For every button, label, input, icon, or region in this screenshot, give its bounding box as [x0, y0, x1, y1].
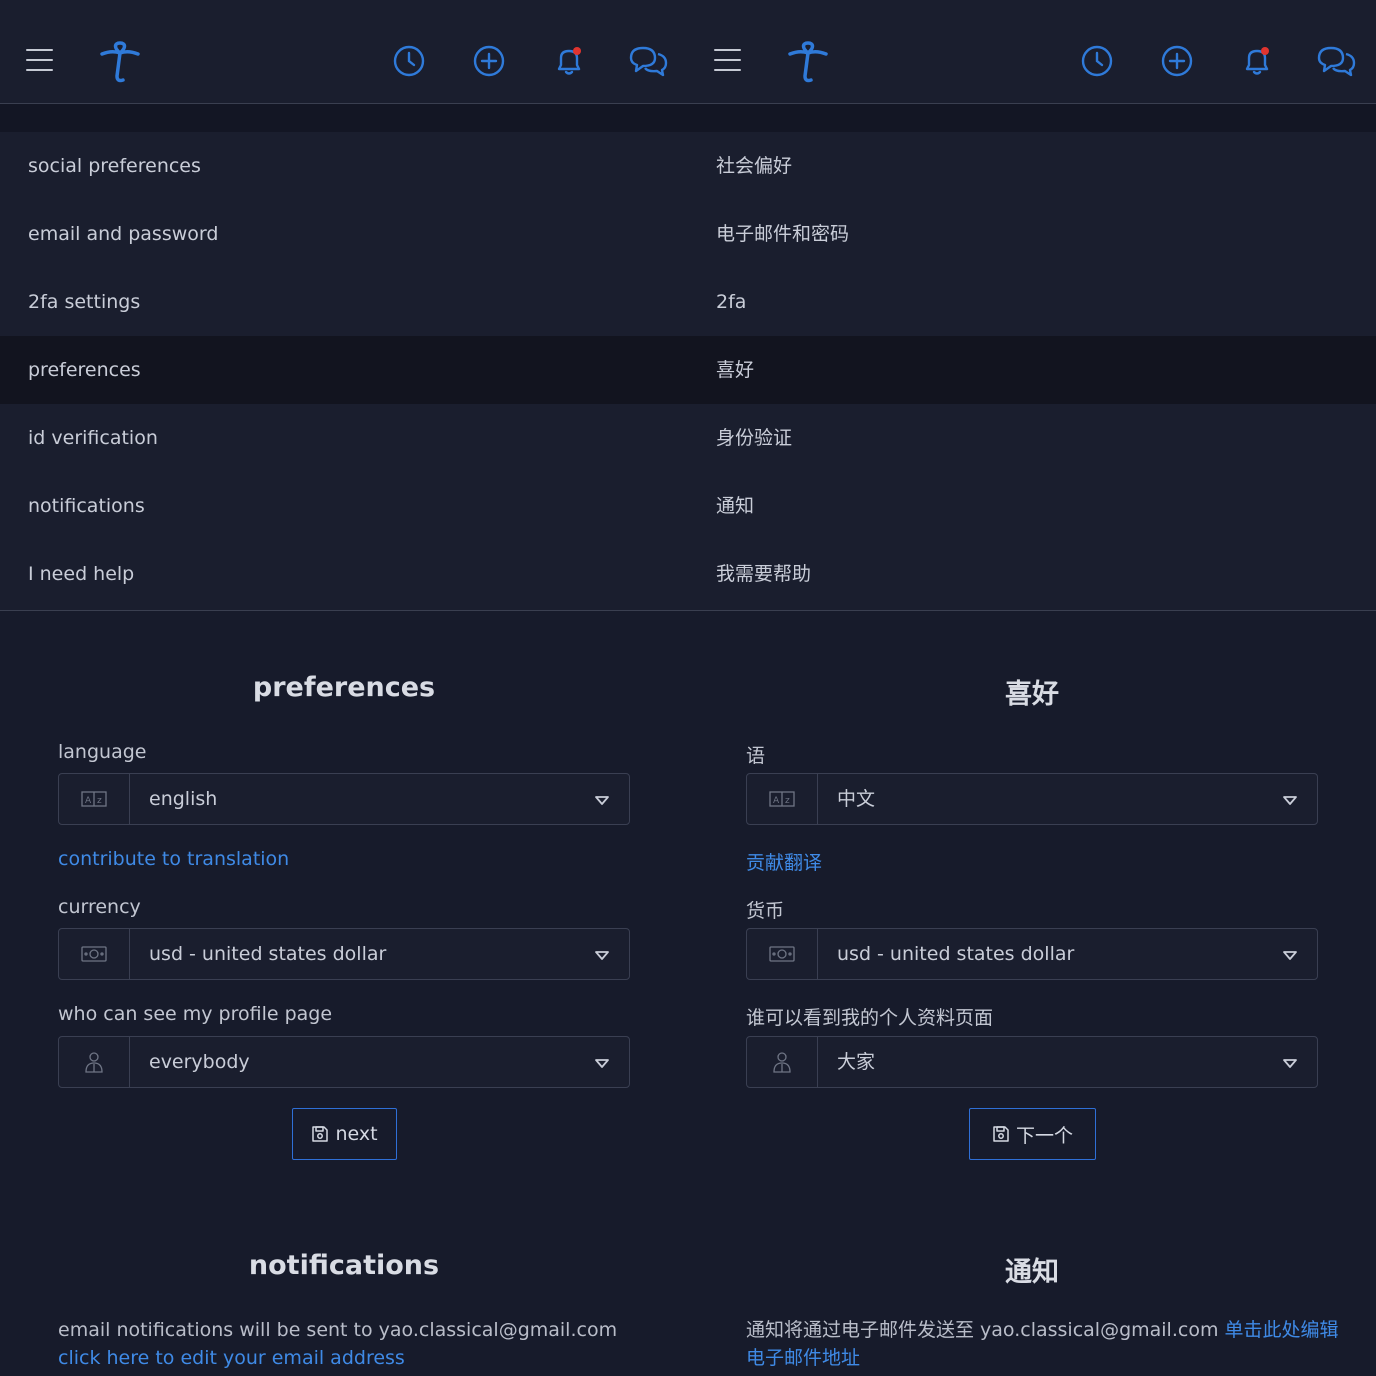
menu-item-notifications[interactable]: 通知: [688, 472, 1376, 540]
money-icon: [81, 946, 107, 962]
bell-icon[interactable]: [553, 45, 585, 77]
menu-item-need-help[interactable]: I need help: [0, 540, 688, 608]
chevron-down-icon: [1283, 951, 1297, 960]
user-icon: [773, 1052, 791, 1073]
contribute-translation-link[interactable]: contribute to translation: [58, 848, 289, 870]
chat-bubbles-icon[interactable]: [628, 44, 668, 78]
add-circle-icon[interactable]: [473, 45, 505, 77]
save-icon: [993, 1126, 1009, 1142]
menu-item-email-and-password[interactable]: 电子邮件和密码: [688, 200, 1376, 268]
settings-panel-chinese: 社会偏好 电子邮件和密码 2fa 喜好 身份验证 通知 我需要帮助 喜好 语 A…: [688, 0, 1376, 1376]
menu-item-id-verification[interactable]: id verification: [0, 404, 688, 472]
top-navbar: [688, 0, 1376, 104]
language-label: 语: [746, 745, 766, 767]
money-icon: [769, 946, 795, 962]
language-select[interactable]: A z english: [58, 773, 630, 825]
currency-addon: [59, 929, 130, 979]
user-icon: [85, 1052, 103, 1073]
chevron-down-icon: [1283, 1059, 1297, 1068]
notifications-info: email notifications will be sent to yao.…: [58, 1316, 658, 1372]
visibility-addon: [747, 1037, 818, 1087]
profile-visibility-label: 谁可以看到我的个人资料页面: [746, 1007, 994, 1029]
language-select[interactable]: A z 中文: [746, 773, 1318, 825]
menu-item-id-verification[interactable]: 身份验证: [688, 404, 1376, 472]
save-icon: [312, 1126, 329, 1142]
menu-item-preferences[interactable]: preferences: [0, 336, 688, 404]
currency-label: currency: [58, 896, 141, 918]
menu-item-email-and-password[interactable]: email and password: [0, 200, 688, 268]
currency-addon: [747, 929, 818, 979]
language-addon: A z: [59, 774, 130, 824]
language-value: english: [149, 788, 218, 810]
profile-visibility-label: who can see my profile page: [58, 1003, 333, 1025]
translate-icon: A z: [81, 791, 107, 807]
settings-menu: 社会偏好 电子邮件和密码 2fa 喜好 身份验证 通知 我需要帮助: [688, 132, 1376, 611]
currency-select[interactable]: usd - united states dollar: [58, 928, 630, 980]
svg-text:z: z: [785, 796, 790, 806]
contribute-translation-link[interactable]: 贡献翻译: [746, 848, 822, 875]
settings-panel-english: social preferences email and password 2f…: [0, 0, 688, 1376]
next-button[interactable]: next: [292, 1108, 397, 1160]
history-clock-icon[interactable]: [1081, 45, 1113, 77]
chat-bubbles-icon[interactable]: [1316, 44, 1356, 78]
hamburger-menu-icon[interactable]: [714, 48, 741, 72]
header-spacer: [688, 104, 1376, 132]
svg-text:A: A: [85, 796, 92, 806]
top-navbar: [0, 0, 688, 104]
bell-icon[interactable]: [1241, 45, 1273, 77]
next-button[interactable]: 下一个: [969, 1108, 1096, 1160]
menu-item-preferences[interactable]: 喜好: [688, 336, 1376, 404]
menu-item-2fa-settings[interactable]: 2fa: [688, 268, 1376, 336]
chevron-down-icon: [595, 796, 609, 805]
add-circle-icon[interactable]: [1161, 45, 1193, 77]
menu-item-social-preferences[interactable]: 社会偏好: [688, 132, 1376, 200]
history-clock-icon[interactable]: [393, 45, 425, 77]
language-label: language: [58, 741, 147, 763]
menu-item-notifications[interactable]: notifications: [0, 472, 688, 540]
currency-label: 货币: [746, 900, 785, 922]
translate-icon: A z: [769, 791, 795, 807]
edit-email-link[interactable]: click here to edit your email address: [58, 1347, 405, 1369]
svg-text:z: z: [97, 796, 102, 806]
preferences-title: preferences: [252, 672, 436, 703]
chevron-down-icon: [1283, 796, 1297, 805]
next-button-label: 下一个: [1015, 1124, 1073, 1147]
preferences-title: 喜好: [1005, 679, 1059, 710]
logo-icon[interactable]: [786, 40, 830, 84]
visibility-addon: [59, 1037, 130, 1087]
visibility-value: 大家: [837, 1051, 876, 1073]
currency-value: usd - united states dollar: [837, 943, 1075, 965]
notifications-info: 通知将通过电子邮件发送至 yao.classical@gmail.com 单击此…: [746, 1316, 1346, 1372]
hamburger-menu-icon[interactable]: [26, 48, 53, 72]
chevron-down-icon: [595, 1059, 609, 1068]
menu-item-social-preferences[interactable]: social preferences: [0, 132, 688, 200]
menu-item-2fa-settings[interactable]: 2fa settings: [0, 268, 688, 336]
currency-select[interactable]: usd - united states dollar: [746, 928, 1318, 980]
language-value: 中文: [837, 788, 876, 810]
logo-icon[interactable]: [98, 40, 142, 84]
language-addon: A z: [747, 774, 818, 824]
settings-menu: social preferences email and password 2f…: [0, 132, 688, 611]
svg-text:A: A: [773, 796, 780, 806]
next-button-label: next: [335, 1123, 378, 1145]
notifications-title: notifications: [248, 1250, 440, 1281]
chevron-down-icon: [595, 951, 609, 960]
notifications-title: 通知: [1005, 1257, 1059, 1288]
visibility-value: everybody: [149, 1051, 250, 1073]
header-spacer: [0, 104, 688, 132]
profile-visibility-select[interactable]: everybody: [58, 1036, 630, 1088]
profile-visibility-select[interactable]: 大家: [746, 1036, 1318, 1088]
notifications-text: 通知将通过电子邮件发送至 yao.classical@gmail.com: [746, 1319, 1225, 1341]
currency-value: usd - united states dollar: [149, 943, 387, 965]
menu-item-need-help[interactable]: 我需要帮助: [688, 540, 1376, 608]
notifications-text: email notifications will be sent to yao.…: [58, 1319, 618, 1341]
